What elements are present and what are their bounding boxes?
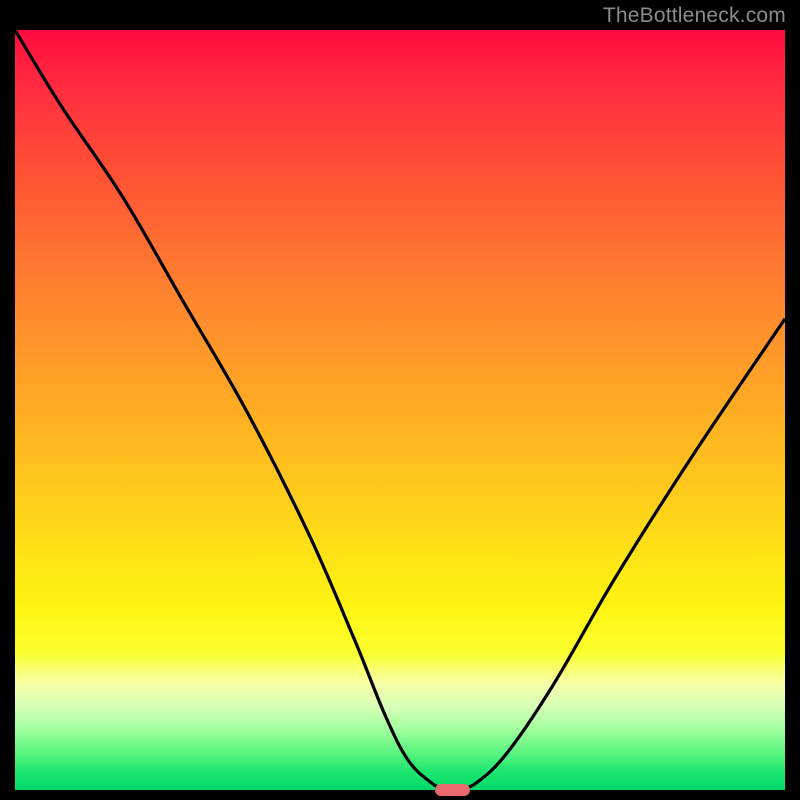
curve-path xyxy=(15,30,785,790)
watermark-text: TheBottleneck.com xyxy=(603,4,786,28)
plot-area xyxy=(15,30,785,790)
chart-frame: TheBottleneck.com xyxy=(0,0,800,800)
bottleneck-curve xyxy=(15,30,785,790)
optimum-marker xyxy=(435,784,470,795)
